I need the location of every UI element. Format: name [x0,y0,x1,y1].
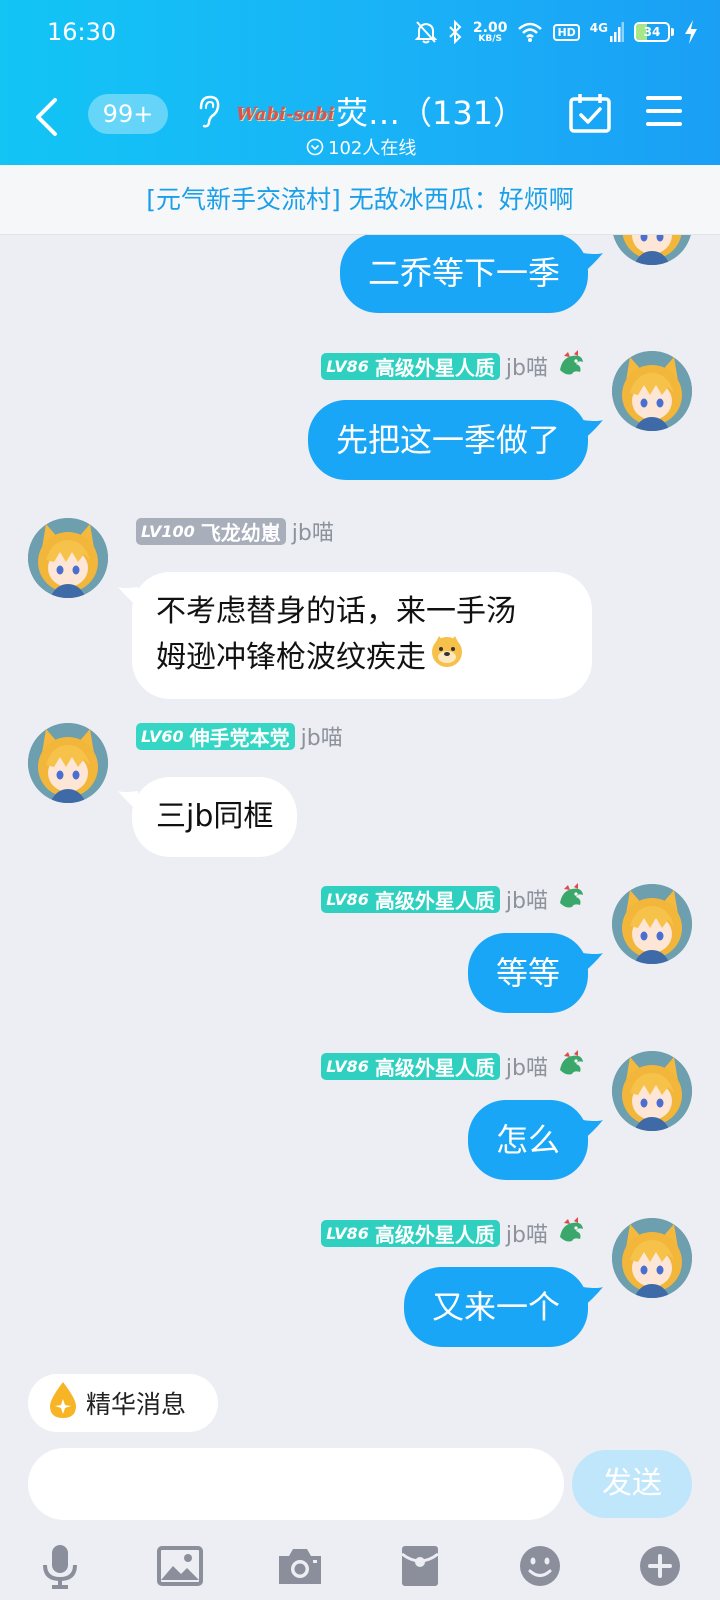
essence-label: 精华消息 [86,1390,187,1419]
level-badge: LV60 伸手党本党 [136,722,295,750]
mute-bell-icon [414,20,437,44]
dragon-icon [556,350,586,382]
more-button[interactable] [630,1538,690,1594]
sender-name: jb喵 [505,889,548,914]
sender-meta: LV60 伸手党本党 jb喵 [136,722,343,751]
sender-meta: LV100 飞龙幼崽 jb喵 [136,517,334,546]
status-bar: 16:30 2.00 KB/S HD 4G 34 [0,0,720,62]
sender-name: jb喵 [291,521,334,546]
message-text-line: 不考虑替身的话，来一手汤 [156,594,516,629]
nav-row: 99+ Wabi-sabi 荧…（131） 102人在线 [0,72,720,162]
emoji-button[interactable] [510,1538,570,1594]
message-list[interactable]: 二乔等下一季 LV86 高级外星人质 jb喵 先把这一季做了 LV100 飞龙幼崽 … [0,235,720,1355]
group-name: 荧…（131） [336,94,526,132]
sender-name: jb喵 [300,726,343,751]
camera-button[interactable] [270,1538,330,1594]
emoji-icon [520,1546,560,1586]
sender-name: jb喵 [505,356,548,381]
status-time: 16:30 [47,18,117,46]
bubble-tail [583,953,603,973]
status-icons: 2.00 KB/S HD 4G 34 [414,18,698,46]
image-button[interactable] [150,1538,210,1594]
camera-icon [279,1549,321,1584]
menu-button[interactable] [646,94,682,132]
composer-toolbar [0,1538,720,1598]
voice-button[interactable] [30,1538,90,1594]
sender-meta: LV86 高级外星人质 jb喵 [321,883,586,915]
calendar-check-icon [569,94,611,133]
charging-icon [684,20,698,44]
red-packet-icon [401,1546,439,1586]
sender-name: jb喵 [505,1223,548,1248]
plus-icon [640,1546,680,1586]
message-bubble[interactable]: 不考虑替身的话，来一手汤 姆逊冲锋枪波纹疾走 [132,572,592,699]
message-text-line: 姆逊冲锋枪波纹疾走 [156,639,426,675]
essence-drop-icon [48,1381,78,1425]
back-button[interactable] [28,92,64,142]
avatar[interactable] [612,884,692,964]
avatar[interactable] [612,235,692,265]
dragon-icon [556,883,586,915]
bluetooth-icon [447,20,463,44]
dragon-icon [556,1217,586,1249]
dropdown-circle-icon [306,138,324,156]
notice-banner[interactable]: [元气新手交流村] 无敌冰西瓜：好烦啊 [0,165,720,235]
sender-meta: LV86 高级外星人质 jb喵 [321,350,586,382]
hd-badge: HD [553,23,580,41]
online-count: 102人在线 [306,134,416,160]
level-badge: LV86 高级外星人质 [321,352,500,380]
calendar-check-button[interactable] [568,92,612,138]
bubble-tail [583,253,603,273]
message-bubble[interactable]: 三jb同框 [132,777,298,857]
avatar[interactable] [612,1051,692,1131]
composer: 发送 [0,1440,720,1600]
unread-count-badge[interactable]: 99+ [88,94,168,134]
bubble-tail [583,1120,603,1140]
message-bubble[interactable]: 二乔等下一季 [339,235,588,313]
avatar[interactable] [612,351,692,431]
group-title[interactable]: Wabi-sabi 荧…（131） 102人在线 [196,82,525,159]
message-input[interactable] [28,1448,564,1520]
sender-meta: LV86 高级外星人质 jb喵 [321,1050,586,1082]
message-bubble[interactable]: 怎么 [467,1100,588,1180]
battery-indicator: 34 [634,22,674,42]
chat-header: 16:30 2.00 KB/S HD 4G 34 99+ Wabi-sabi 荧… [0,0,720,165]
send-button[interactable]: 发送 [572,1450,692,1518]
avatar[interactable] [28,723,108,803]
chevron-left-icon [36,98,57,136]
bubble-tail [583,1287,603,1307]
level-badge: LV86 高级外星人质 [321,1052,500,1080]
essence-messages-button[interactable]: 精华消息 [28,1374,218,1432]
brand-logo: Wabi-sabi [236,104,335,125]
message-bubble[interactable]: 等等 [467,933,588,1013]
sender-meta: LV86 高级外星人质 jb喵 [321,1217,586,1249]
level-badge: LV86 高级外星人质 [321,885,500,913]
wifi-icon [517,21,543,43]
bubble-tail [583,420,603,440]
red-packet-button[interactable] [390,1538,450,1594]
hamburger-menu-icon [646,96,682,126]
level-badge: LV100 飞龙幼崽 [136,517,286,545]
message-bubble[interactable]: 又来一个 [403,1267,588,1347]
avatar[interactable] [28,518,108,598]
sender-name: jb喵 [505,1056,548,1081]
net-speed: 2.00 KB/S [472,19,508,44]
microphone-icon [43,1545,77,1589]
ear-icon [196,94,222,132]
message-bubble[interactable]: 先把这一季做了 [307,400,588,480]
signal-icon: 4G [590,22,624,42]
level-badge: LV86 高级外星人质 [321,1219,500,1247]
doge-emoji-icon [430,634,464,681]
avatar[interactable] [612,1218,692,1298]
image-icon [157,1546,203,1586]
dragon-icon [556,1050,586,1082]
